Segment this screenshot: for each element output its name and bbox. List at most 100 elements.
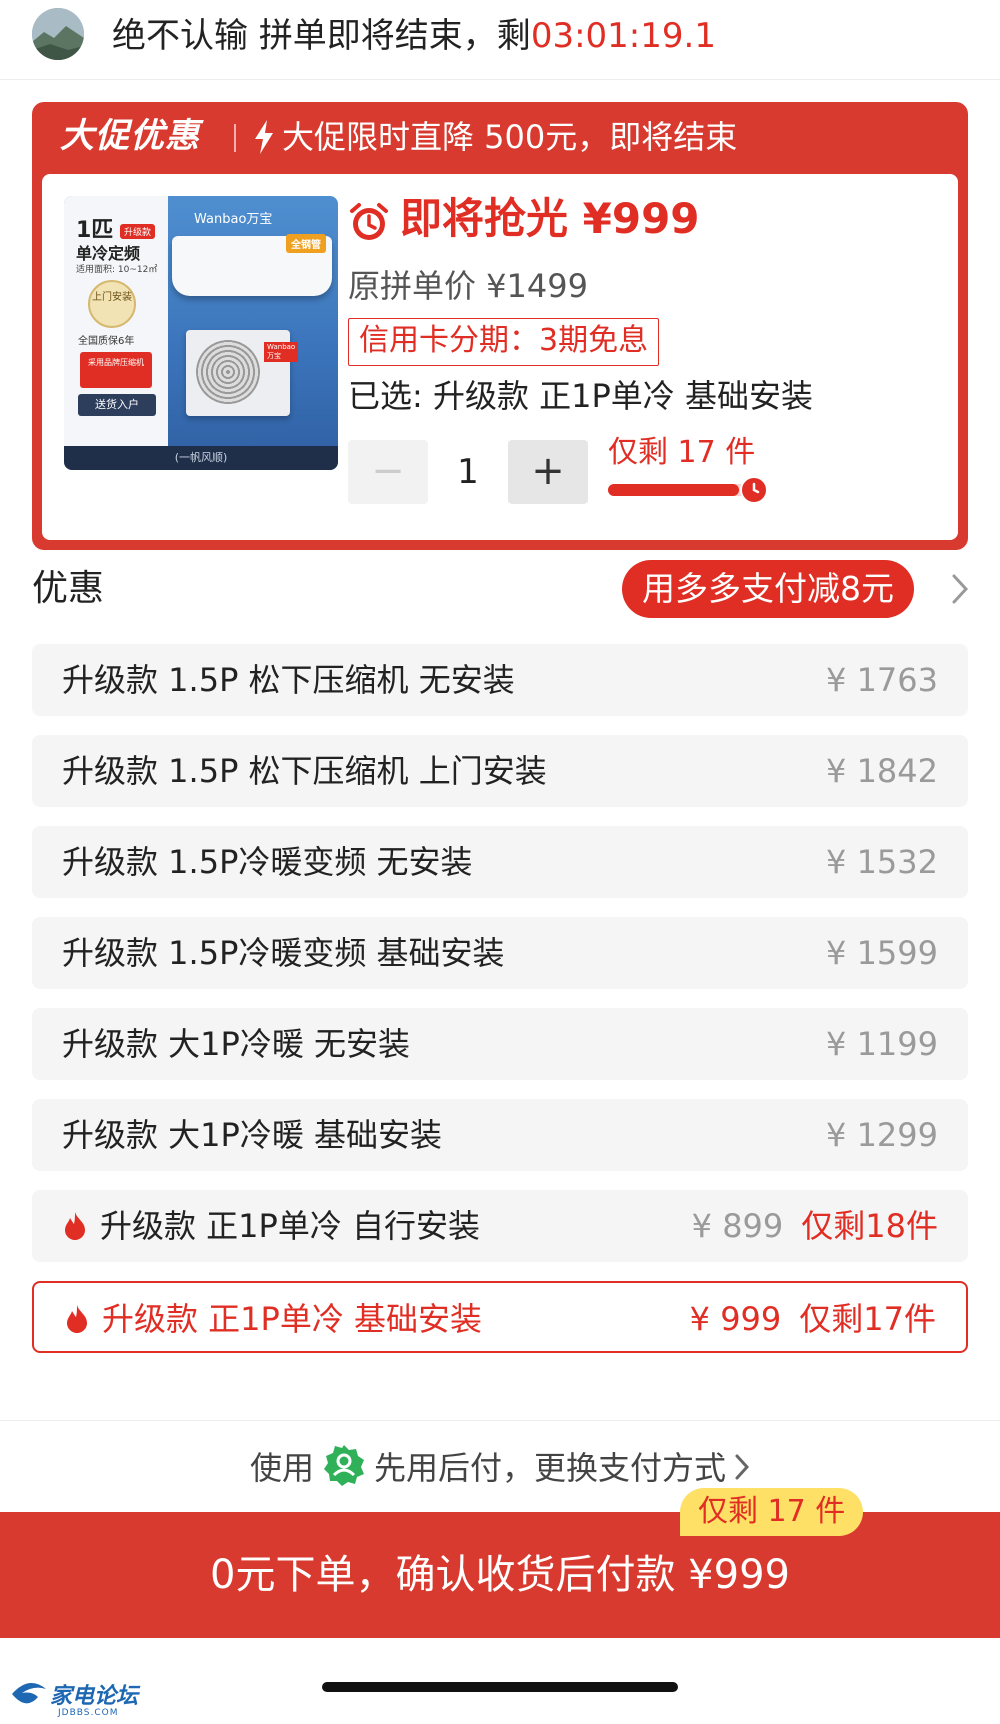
stock-progress-fill: [608, 484, 740, 496]
variant-option-label: 升级款 大1P冷暖 基础安装: [62, 1099, 442, 1171]
payment-method: 先用后付，更换支付方式: [374, 1449, 727, 1487]
variant-option-label: 升级款 1.5P 松下压缩机 无安装: [62, 644, 515, 716]
stock-bubble: 仅剩 17 件: [680, 1488, 864, 1536]
flame-icon: [62, 1194, 88, 1240]
variant-option-list: 升级款 1.5P 松下压缩机 无安装 ¥ 1763 升级款 1.5P 松下压缩机 上…: [0, 644, 1000, 1418]
variant-option[interactable]: 升级款 大1P冷暖 基础安装 ¥ 1299: [32, 1099, 968, 1171]
variant-option-price: ¥ 999: [689, 1300, 782, 1338]
variant-option-label: 升级款 正1P单冷 自行安装: [62, 1190, 480, 1262]
stock-remaining: 仅剩 17 件: [608, 435, 756, 470]
variant-option-name: 升级款 1.5P冷暖变频 基础安装: [62, 934, 505, 972]
variant-option-label: 升级款 1.5P 松下压缩机 上门安装: [62, 735, 547, 807]
promo-header: 大促优惠 大促限时直降 500元，即将结束: [32, 102, 968, 172]
product-image-footer: (一帆风顺): [64, 446, 338, 470]
discount-label: 优惠: [32, 568, 105, 609]
pay-later-badge-icon: [324, 1445, 364, 1486]
stock-clock-icon: [740, 476, 768, 504]
variant-option-label: 升级款 1.5P冷暖变频 基础安装: [62, 917, 505, 989]
watermark-text: 家电论坛: [50, 1684, 139, 1709]
variant-option-stock: 仅剩17件: [799, 1300, 936, 1338]
original-price: 原拼单价 ¥1499: [348, 267, 588, 305]
variant-option-price-block: ¥ 999 仅剩17件: [690, 1283, 936, 1355]
chevron-right-icon[interactable]: [950, 572, 970, 606]
promo-divider: [234, 124, 236, 152]
variant-option-price-block: ¥ 1763: [826, 644, 938, 716]
variant-option[interactable]: 升级款 1.5P冷暖变频 基础安装 ¥ 1599: [32, 917, 968, 989]
payment-prefix: 使用: [249, 1449, 314, 1487]
variant-option-price-block: ¥ 1842: [826, 735, 938, 807]
variant-option-price-block: ¥ 1599: [826, 917, 938, 989]
status-message: 拼单即将结束，剩: [258, 16, 531, 56]
variant-option[interactable]: 升级款 正1P单冷 自行安装 ¥ 899 仅剩18件: [32, 1190, 968, 1262]
variant-option[interactable]: 升级款 正1P单冷 基础安装 ¥ 999 仅剩17件: [32, 1281, 968, 1353]
variant-option-name: 升级款 1.5P 松下压缩机 上门安装: [62, 752, 547, 790]
promo-brand: 大促优惠: [60, 116, 200, 156]
product-image[interactable]: 1匹 升级款 单冷定频 适用面积: 10~12㎡ 上门安装 全国质保6年 采用品…: [64, 196, 338, 470]
stock-progress-bar: [608, 484, 754, 496]
flame-icon: [64, 1287, 90, 1333]
urgent-label: 即将抢光 ¥999: [400, 194, 700, 243]
brand-logo: Wanbao万宝: [194, 212, 273, 227]
product-summary: 1匹 升级款 单冷定频 适用面积: 10~12㎡ 上门安装 全国质保6年 采用品…: [42, 174, 958, 540]
lightning-icon: [255, 120, 273, 154]
home-indicator[interactable]: [322, 1682, 678, 1692]
chevron-right-icon: [735, 1454, 750, 1480]
variant-option-price: ¥ 1199: [826, 1025, 938, 1063]
product-image-warranty: 全国质保6年: [78, 336, 135, 347]
variant-option-label: 升级款 1.5P冷暖变频 无安装: [62, 826, 473, 898]
discount-pill[interactable]: 用多多支付减8元: [622, 560, 914, 618]
variant-option-price-block: ¥ 899 仅剩18件: [692, 1190, 938, 1262]
variant-option-label: 升级款 正1P单冷 基础安装: [64, 1283, 482, 1355]
promo-text: 大促限时直降 500元，即将结束: [282, 118, 738, 156]
avatar[interactable]: [32, 8, 84, 60]
variant-option[interactable]: 升级款 大1P冷暖 无安装 ¥ 1199: [32, 1008, 968, 1080]
variant-option-name: 升级款 正1P单冷 基础安装: [102, 1300, 483, 1338]
payment-method-text[interactable]: 使用 先用后付，更换支付方式: [0, 1443, 1000, 1491]
variant-option[interactable]: 升级款 1.5P冷暖变频 无安装 ¥ 1532: [32, 826, 968, 898]
variant-option-stock: 仅剩18件: [801, 1207, 938, 1245]
variant-option-name: 升级款 正1P单冷 自行安装: [100, 1207, 481, 1245]
variant-option-name: 升级款 大1P冷暖 无安装: [62, 1025, 411, 1063]
product-image-type: 单冷定频: [76, 244, 141, 263]
product-image-tag: 全钢管: [286, 234, 326, 253]
variant-option-name: 升级款 1.5P 松下压缩机 无安装: [62, 661, 515, 699]
variant-option-price: ¥ 1763: [826, 661, 938, 699]
home-indicator-area: 家电论坛 JDBBS.COM: [0, 1638, 1000, 1724]
credit-installment-tag[interactable]: 信用卡分期：3期免息: [348, 318, 660, 366]
variant-option[interactable]: 升级款 1.5P 松下压缩机 无安装 ¥ 1763: [32, 644, 968, 716]
fan-icon: [196, 340, 260, 404]
variant-option-name: 升级款 1.5P冷暖变频 无安装: [62, 843, 473, 881]
urgent-price: 即将抢光 ¥999: [348, 192, 700, 246]
forum-logo-icon: [12, 1683, 46, 1704]
alarm-clock-icon: [350, 202, 388, 240]
product-image-area: 适用面积: 10~12㎡: [76, 265, 158, 275]
variant-option-name: 升级款 大1P冷暖 基础安装: [62, 1116, 443, 1154]
variant-option-price: ¥ 1299: [826, 1116, 938, 1154]
variant-option-price-block: ¥ 1299: [826, 1099, 938, 1171]
top-bar: 绝不认输 拼单即将结束，剩03:01:19.1: [0, 0, 1000, 80]
product-image-compressor: 采用品牌压缩机: [80, 352, 152, 388]
variant-option-label: 升级款 大1P冷暖 无安装: [62, 1008, 410, 1080]
product-image-upgrade-tag: 升级款: [120, 224, 156, 239]
group-buy-status: 绝不认输 拼单即将结束，剩03:01:19.1: [112, 14, 716, 58]
variant-option[interactable]: 升级款 1.5P 松下压缩机 上门安装 ¥ 1842: [32, 735, 968, 807]
countdown-timer: 03:01:19.1: [530, 16, 716, 56]
product-image-delivery: 送货入户: [78, 394, 156, 416]
user-name: 绝不认输: [112, 16, 248, 56]
selected-variant: 已选: 升级款 正1P单冷 基础安装: [348, 377, 813, 415]
watermark-subtext: JDBBS.COM: [58, 1708, 119, 1718]
variant-option-price: ¥ 1599: [826, 934, 938, 972]
promo-card: 大促优惠 大促限时直降 500元，即将结束 1匹 升级款 单冷定频 适用面积: …: [32, 102, 968, 550]
variant-option-price: ¥ 899: [691, 1207, 784, 1245]
variant-option-price: ¥ 1842: [826, 752, 938, 790]
quantity-value[interactable]: 1: [428, 440, 508, 504]
quantity-decrement-button[interactable]: −: [348, 440, 428, 504]
quantity-increment-button[interactable]: +: [508, 440, 588, 504]
variant-option-price-block: ¥ 1532: [826, 826, 938, 898]
variant-option-price: ¥ 1532: [826, 843, 938, 881]
outdoor-unit-illustration: Wanbao万宝: [186, 330, 299, 416]
variant-option-price-block: ¥ 1199: [826, 1008, 938, 1080]
outdoor-unit-brand: Wanbao万宝: [264, 342, 299, 362]
install-badge: 上门安装: [88, 280, 136, 328]
forum-watermark: 家电论坛 JDBBS.COM: [8, 1678, 139, 1718]
